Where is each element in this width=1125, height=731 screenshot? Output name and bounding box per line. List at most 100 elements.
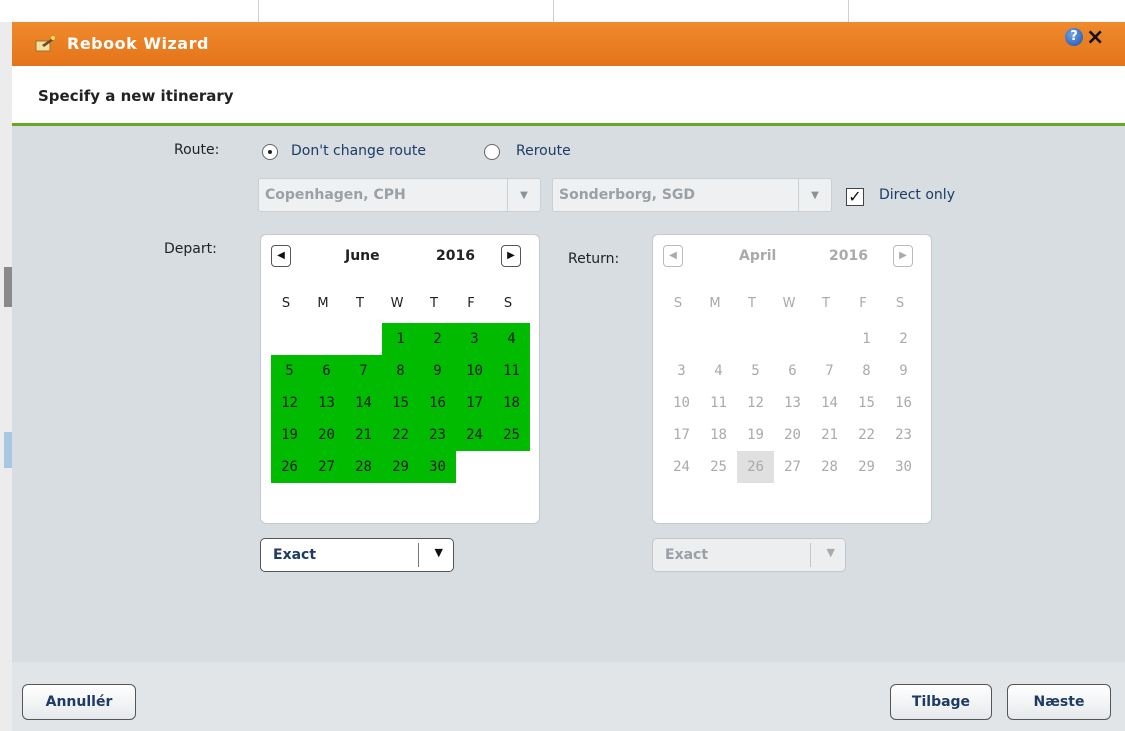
radio-dont-change-route-label[interactable]: Don't change route [291,143,426,159]
calendar-day[interactable]: 21 [345,419,382,451]
depart-label: Depart: [164,241,217,257]
calendar-day: 2 [899,331,908,347]
calendar-day[interactable]: 16 [419,387,456,419]
calendar-day: 11 [710,395,727,411]
calendar-day[interactable]: 13 [308,387,345,419]
depart-flex-select[interactable]: Exact ▼ [260,538,454,572]
calendar-day: 23 [895,427,912,443]
next-month-icon: ▶ [893,245,913,267]
radio-reroute[interactable] [484,144,500,160]
background-left-strip [0,22,12,731]
calendar-day[interactable]: 5 [271,355,308,387]
calendar-day: 6 [788,363,797,379]
select-divider [810,543,811,567]
prev-month-icon[interactable]: ◀ [271,245,291,267]
calendar-day: 16 [895,395,912,411]
origin-value: Copenhagen, CPH [265,187,406,203]
calendar-day[interactable]: 20 [308,419,345,451]
calendar-day[interactable]: 10 [456,355,493,387]
depart-calendar: ◀ June 2016 ▶ S M T W T F S 1 2 3 4 5 6 7 8 9 10 11 12 13 14… [260,234,540,524]
calendar-day: 8 [862,363,871,379]
calendar-day[interactable]: 9 [419,355,456,387]
weekday-header: S [895,296,905,311]
back-button[interactable]: Tilbage [890,684,992,720]
weekday-header: T [356,296,364,311]
calendar-day[interactable]: 24 [456,419,493,451]
calendar-day[interactable]: 25 [493,419,530,451]
calendar-day[interactable]: 22 [382,419,419,451]
calendar-day: 28 [821,459,838,475]
calendar-day: 3 [677,363,686,379]
calendar-day[interactable]: 26 [271,451,308,483]
calendar-day[interactable]: 3 [456,323,493,355]
calendar-day[interactable]: 12 [271,387,308,419]
chevron-down-icon[interactable]: ▼ [798,179,831,211]
calendar-day: 25 [710,459,727,475]
direct-only-label[interactable]: Direct only [879,187,955,203]
calendar-day[interactable]: 28 [345,451,382,483]
next-button[interactable]: Næste [1007,684,1111,720]
calendar-day[interactable]: 19 [271,419,308,451]
radio-reroute-label[interactable]: Reroute [516,143,571,159]
chevron-down-icon: ▼ [826,546,835,559]
chevron-down-icon[interactable]: ▼ [507,179,540,211]
calendar-day[interactable]: 8 [382,355,419,387]
background-mark [4,267,12,307]
calendar-day: 26 [737,451,774,483]
calendar-day: 5 [751,363,760,379]
calendar-day: 24 [673,459,690,475]
calendar-day: 18 [710,427,727,443]
calendar-day[interactable]: 7 [345,355,382,387]
step-header: Specify a new itinerary [12,66,1125,126]
dialog-footer: Annullér Tilbage Næste [12,662,1125,731]
destination-value: Sonderborg, SGD [559,187,696,203]
dialog-title: Rebook Wizard [67,34,209,53]
calendar-day[interactable]: 23 [419,419,456,451]
calendar-day: 27 [784,459,801,475]
weekday-header: T [822,296,830,311]
weekday-header: T [748,296,756,311]
weekday-header: W [782,296,796,311]
weekday-header: M [709,296,721,311]
calendar-day: 4 [714,363,723,379]
calendar-day[interactable]: 11 [493,355,530,387]
calendar-day[interactable]: 29 [382,451,419,483]
calendar-day[interactable]: 2 [419,323,456,355]
calendar-day[interactable]: 27 [308,451,345,483]
calendar-day[interactable]: 6 [308,355,345,387]
return-month: April [739,248,777,264]
depart-year: 2016 [436,248,475,264]
help-icon[interactable]: ? [1065,28,1083,46]
rebook-wizard-dialog: Rebook Wizard ? × Specify a new itinerar… [12,22,1125,731]
close-icon[interactable]: × [1086,25,1104,50]
calendar-day[interactable]: 15 [382,387,419,419]
calendar-day[interactable]: 30 [419,451,456,483]
calendar-day: 30 [895,459,912,475]
radio-dont-change-route[interactable] [262,144,278,160]
step-title: Specify a new itinerary [38,87,234,105]
background-divider [553,0,554,22]
calendar-day[interactable]: 1 [382,323,419,355]
calendar-day[interactable]: 17 [456,387,493,419]
calendar-day: 19 [747,427,764,443]
calendar-day: 10 [673,395,690,411]
chevron-down-icon[interactable]: ▼ [435,546,443,559]
weekday-header: F [859,296,867,311]
background-divider [848,0,849,22]
origin-combo[interactable]: Copenhagen, CPH ▼ [258,178,541,212]
direct-only-checkbox[interactable]: ✓ [846,188,864,206]
return-flex-select: Exact ▼ [652,538,846,572]
weekday-header: F [467,296,475,311]
calendar-day[interactable]: 4 [493,323,530,355]
dialog-titlebar: Rebook Wizard ? × [12,22,1125,66]
depart-month: June [345,248,380,264]
background-mark [4,432,12,468]
next-month-icon[interactable]: ▶ [501,245,521,267]
cancel-button[interactable]: Annullér [22,684,136,720]
depart-flex-value: Exact [273,547,317,563]
calendar-day: 29 [858,459,875,475]
destination-combo[interactable]: Sonderborg, SGD ▼ [552,178,832,212]
calendar-day[interactable]: 14 [345,387,382,419]
calendar-day[interactable]: 18 [493,387,530,419]
weekday-header: S [281,296,291,311]
